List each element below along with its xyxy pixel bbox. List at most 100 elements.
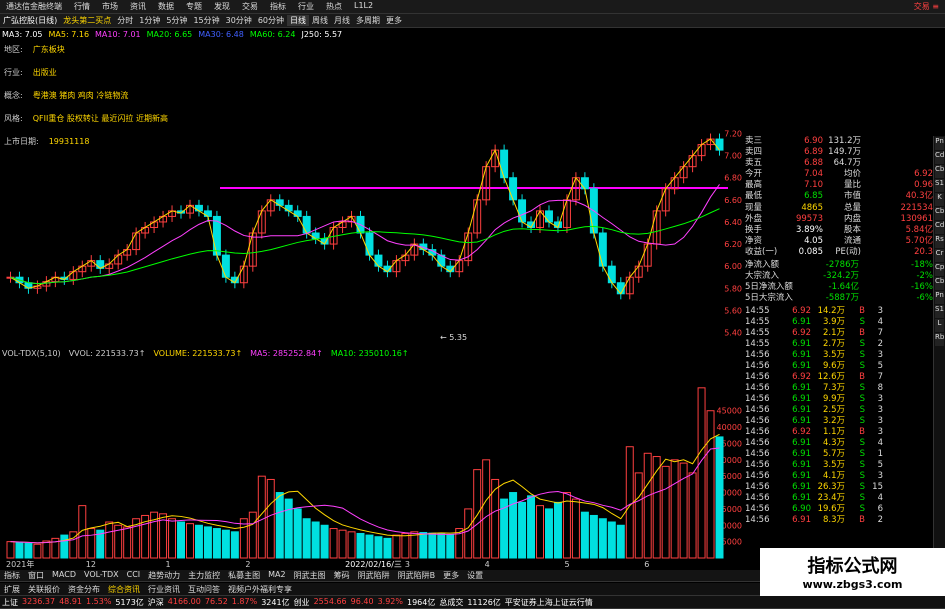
f10-row-1: 行业: 出版业 [4, 67, 57, 78]
menu-item-10[interactable]: L1L2 [348, 1, 379, 12]
period-10[interactable]: 更多 [383, 15, 405, 26]
f10-key: 行业: [4, 68, 23, 77]
f10-value: 广东板块 [32, 45, 65, 54]
menu-item-8[interactable]: 行业 [292, 1, 320, 12]
kline-chart[interactable]: 7.20 7.00 6.80 6.60 6.40 6.20 6.00 5.80 5.60 5.40… [0, 28, 745, 346]
menu-item-4[interactable]: 专题 [180, 1, 208, 12]
menu-item-0[interactable]: 行情 [68, 1, 96, 12]
indicator-tab-7[interactable]: 私募主图 [224, 570, 264, 581]
indicator-tab-13[interactable]: 更多 [439, 570, 463, 581]
bottom-tab-1[interactable]: 关联报价 [24, 584, 64, 595]
side-btn-1[interactable]: Cd [935, 151, 944, 164]
side-btn-10[interactable]: Cb [935, 277, 944, 290]
trade-price: 6.91 [792, 361, 811, 372]
indicator-tab-3[interactable]: VOL-TDX [80, 570, 123, 581]
vol-hdr-3: MA5: 285252.84↑ [250, 349, 323, 358]
quote-label: 最低 [745, 191, 763, 202]
side-btn-5[interactable]: Cb [935, 207, 944, 220]
indicator-tab-8[interactable]: MA2 [264, 570, 289, 581]
menu-item-5[interactable]: 发现 [208, 1, 236, 12]
trade-time: 14:56 [745, 394, 770, 405]
indicator-tab-10[interactable]: 筹码 [330, 570, 354, 581]
menu-item-9[interactable]: 热点 [320, 1, 348, 12]
period-8[interactable]: 月线 [331, 15, 353, 26]
trade-price: 6.91 [792, 515, 811, 526]
side-btn-0[interactable]: Pn [935, 137, 944, 150]
period-9[interactable]: 多周期 [353, 15, 383, 26]
bottom-tab-2[interactable]: 资金分布 [64, 584, 104, 595]
f10-value: 粤港澳 猪肉 鸡肉 冷链物流 [32, 91, 129, 100]
indicator-tab-9[interactable]: 阴武主图 [290, 570, 330, 581]
trade-row: 14:55 6.92 14.2万 B 3 [745, 306, 933, 317]
status-item-12: 96.40 [350, 596, 374, 606]
trade-row: 14:56 6.91 3.2万 S 3 [745, 416, 933, 427]
trade-price: 6.92 [792, 372, 811, 383]
vol-bar [42, 540, 51, 559]
indicator-tab-0[interactable]: 指标 [0, 570, 24, 581]
trade-time: 14:56 [745, 504, 770, 515]
quote-label2: 均价 [843, 169, 861, 180]
indicator-tab-4[interactable]: CCI [123, 570, 145, 581]
trade-row: 14:56 6.91 5.7万 S 1 [745, 449, 933, 460]
indicator-tab-2[interactable]: MACD [48, 570, 80, 581]
trade-vol: 3.2万 [822, 416, 845, 427]
side-btn-12[interactable]: S1 [935, 305, 944, 318]
y-tick: 6.60 [724, 196, 742, 205]
trade-vol: 2.1万 [822, 328, 845, 339]
bottom-tab-5[interactable]: 互动问答 [184, 584, 224, 595]
quote-label2: 149.7万 [828, 147, 861, 158]
flow-pct: -2% [916, 271, 933, 282]
quote-value2: 5.70亿 [905, 235, 933, 246]
indicator-tab-12[interactable]: 阴武陷阱B [394, 570, 440, 581]
menu-item-6[interactable]: 交易 [236, 1, 264, 12]
vol-tick: 45000 [717, 407, 742, 416]
menu-item-2[interactable]: 资讯 [124, 1, 152, 12]
trade-price: 6.91 [792, 394, 811, 405]
period-2[interactable]: 5分钟 [163, 15, 190, 26]
side-btn-14[interactable]: Rb [935, 333, 944, 346]
indicator-tab-1[interactable]: 窗口 [24, 570, 48, 581]
trade-time: 14:55 [745, 306, 770, 317]
period-7[interactable]: 周线 [309, 15, 331, 26]
bottom-tab-6[interactable]: 视频户外福利专享 [224, 584, 296, 595]
indicator-tab-11[interactable]: 阴武陷阱 [354, 570, 394, 581]
side-btn-8[interactable]: Cr [935, 249, 944, 262]
side-btn-7[interactable]: Rs [935, 235, 944, 248]
period-1[interactable]: 1分钟 [136, 15, 163, 26]
volume-chart[interactable]: 4500040000350003000025000200001500010000… [0, 346, 745, 568]
trade-dir: S [859, 482, 865, 493]
quote-row: 外盘 99573 内盘 130961 [745, 214, 933, 225]
quote-value: 6.89 [804, 147, 823, 158]
side-btn-11[interactable]: Pn [935, 291, 944, 304]
indicator-tab-14[interactable]: 设置 [463, 570, 487, 581]
indicator-tab-5[interactable]: 趋势动力 [144, 570, 184, 581]
side-btn-13[interactable]: L [935, 319, 944, 332]
side-btn-6[interactable]: Cd [935, 221, 944, 234]
vol-bar [571, 498, 580, 559]
menu-item-7[interactable]: 指标 [264, 1, 292, 12]
menu-item-1[interactable]: 市场 [96, 1, 124, 12]
trade-time: 14:55 [745, 317, 770, 328]
quote-row: 净资 4.05 流通 5.70亿 [745, 236, 933, 247]
flow-row: 净流入额 -2786万 -18% [745, 260, 933, 271]
quote-value: 6.85 [804, 191, 823, 202]
period-6[interactable]: 日线 [287, 15, 309, 26]
status-item-4: 5173亿 [115, 597, 144, 607]
vol-bar [338, 529, 347, 559]
side-btn-3[interactable]: S1 [935, 179, 944, 192]
indicator-tab-6[interactable]: 主力监控 [184, 570, 224, 581]
trade-button[interactable]: 交易 ≡ [908, 1, 945, 12]
bottom-tab-0[interactable]: 扩展 [0, 584, 24, 595]
side-btn-2[interactable]: Cb [935, 165, 944, 178]
vol-bar [15, 541, 24, 559]
period-3[interactable]: 15分钟 [190, 15, 222, 26]
period-5[interactable]: 60分钟 [255, 15, 287, 26]
menu-item-3[interactable]: 数据 [152, 1, 180, 12]
vol-bar [589, 514, 598, 559]
period-4[interactable]: 30分钟 [223, 15, 255, 26]
side-btn-9[interactable]: Cp [935, 263, 944, 276]
side-btn-4[interactable]: K [935, 193, 944, 206]
bottom-tab-3[interactable]: 综合资讯 [104, 584, 144, 595]
bottom-tab-4[interactable]: 行业资讯 [144, 584, 184, 595]
period-0[interactable]: 分时 [114, 15, 136, 26]
